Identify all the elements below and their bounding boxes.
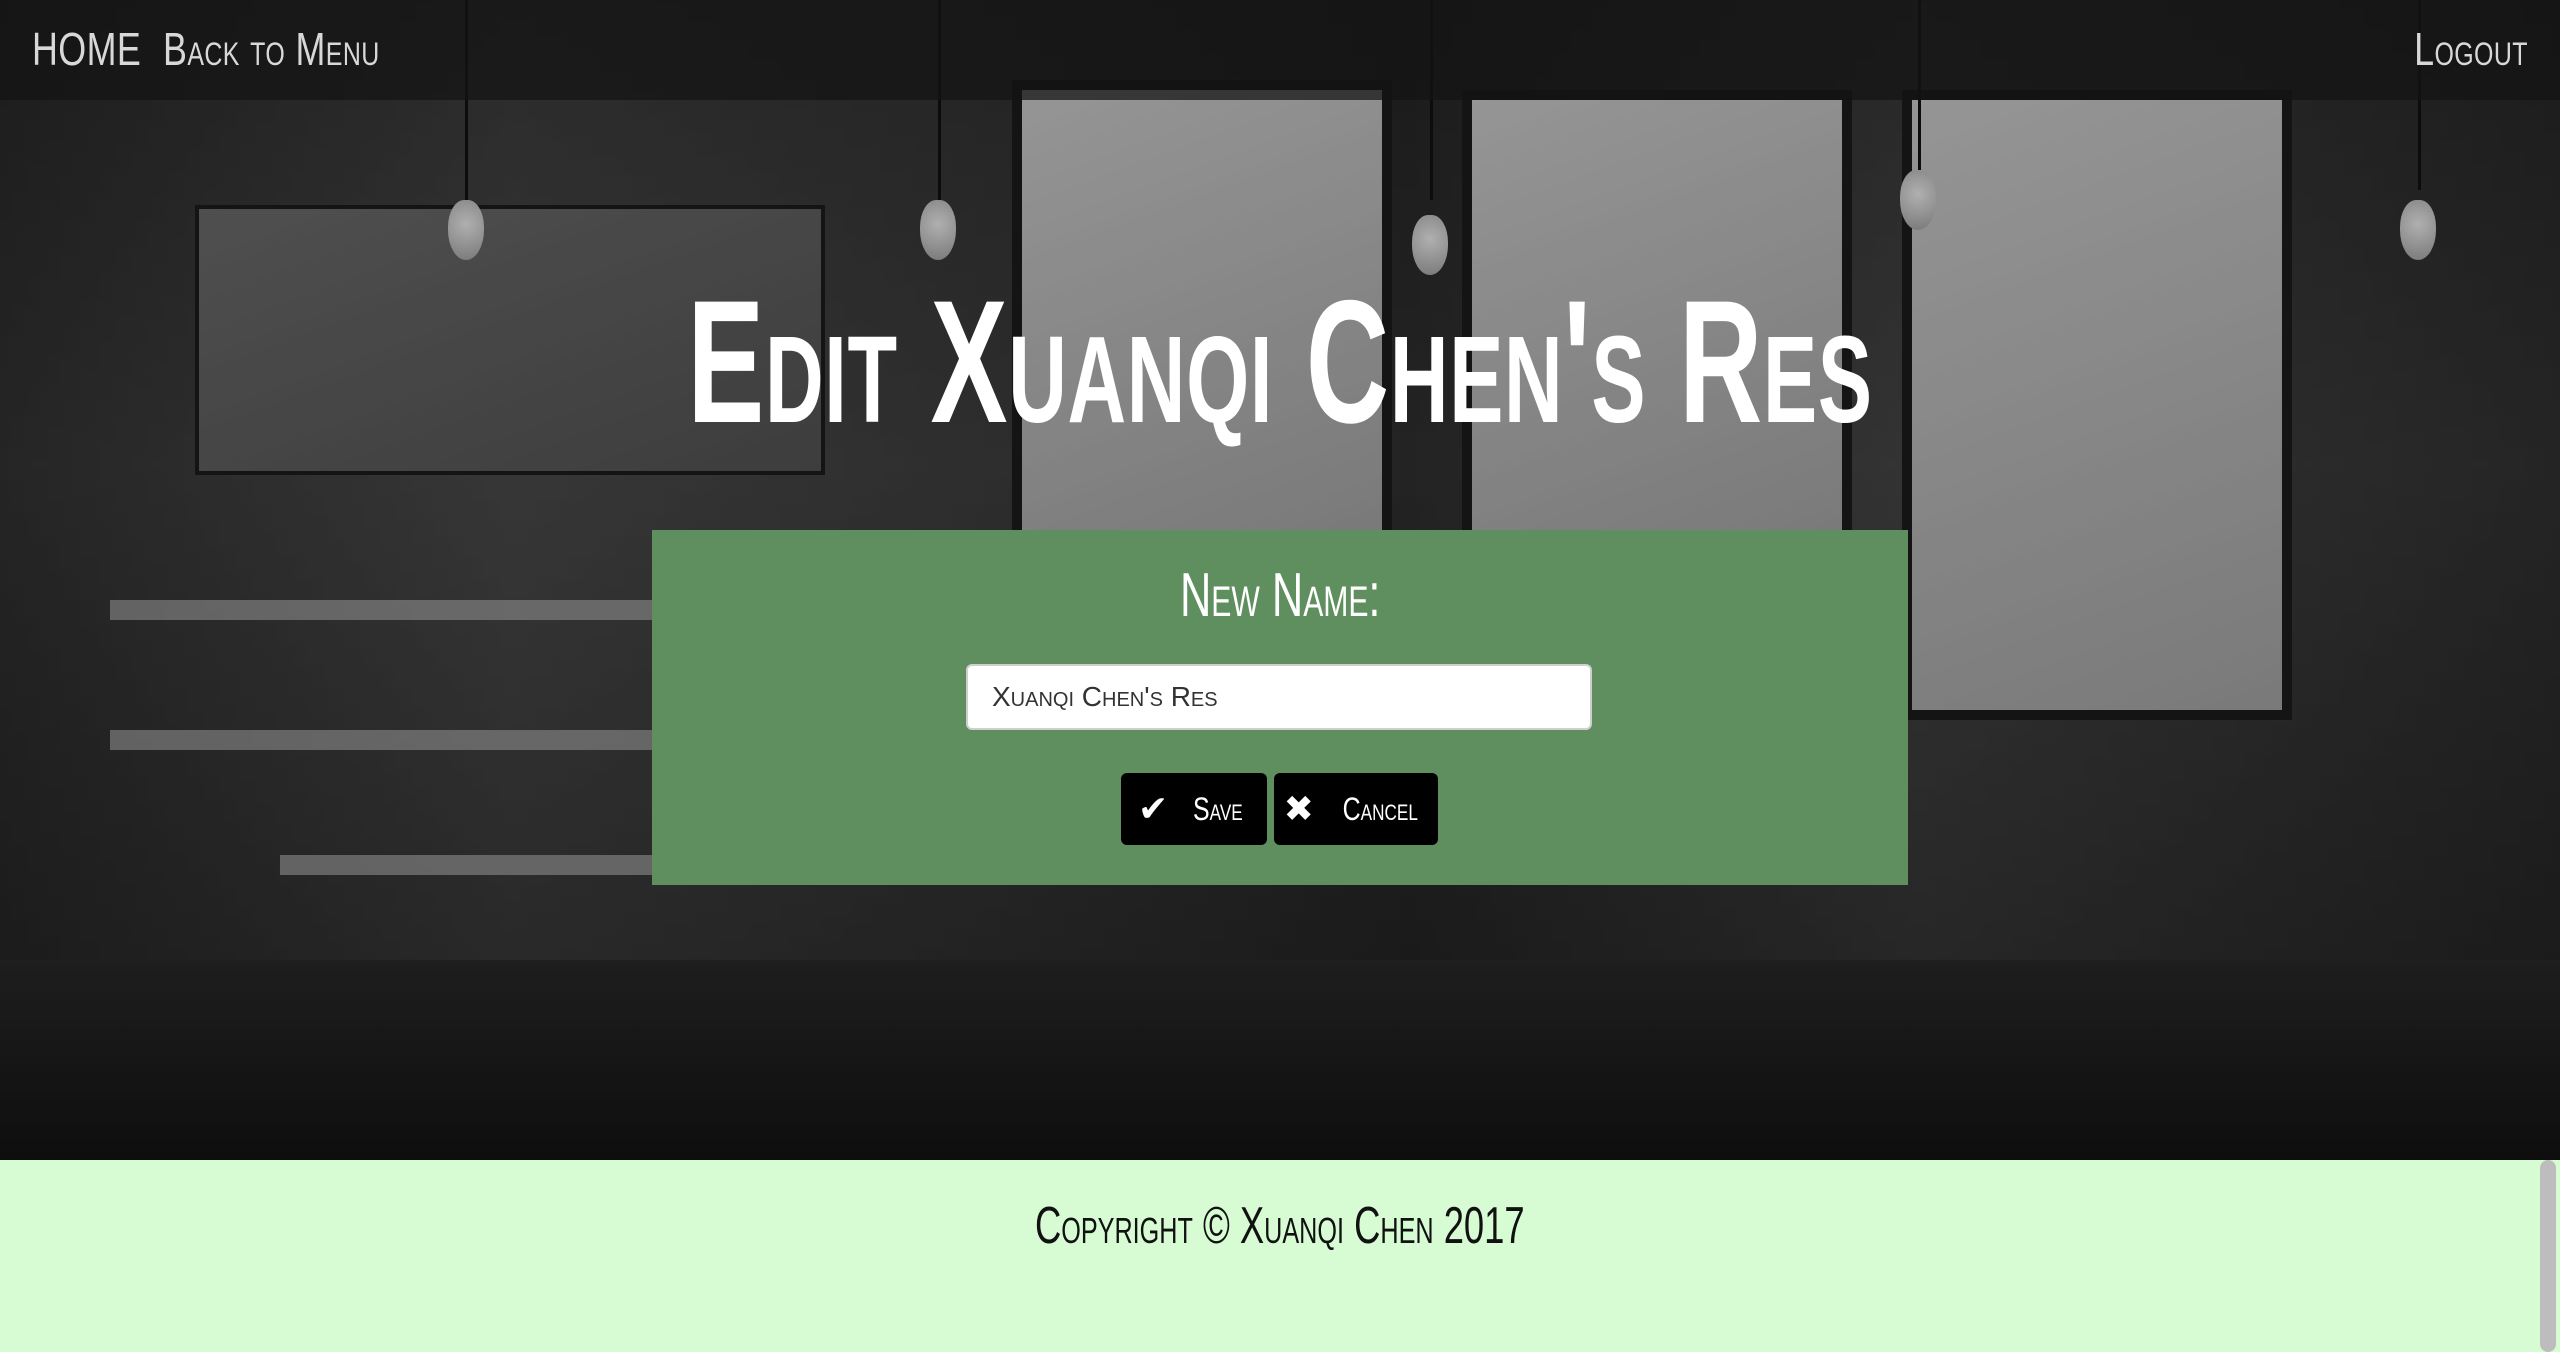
- footer-copyright: Copyright © Xuanqi Chen 2017: [0, 1196, 2560, 1256]
- nav-home-link[interactable]: HOME: [32, 22, 141, 76]
- cancel-button[interactable]: ✖ Cancel: [1274, 773, 1438, 845]
- nav-back-to-menu-link[interactable]: Back to Menu: [163, 22, 380, 76]
- footer: Copyright © Xuanqi Chen 2017: [0, 1160, 2560, 1352]
- top-navbar: HOME Back to Menu Logout: [0, 0, 2560, 100]
- footer-copyright-text: Copyright © Xuanqi Chen 2017: [1035, 1197, 1525, 1255]
- restaurant-name-input[interactable]: [966, 664, 1592, 730]
- cancel-button-label: Cancel: [1342, 790, 1418, 827]
- page-title: Edit Xuanqi Chen's Res: [0, 275, 2560, 450]
- save-button-label: Save: [1193, 790, 1243, 827]
- save-button[interactable]: ✔ Save: [1121, 773, 1267, 845]
- new-name-label: New Name:: [652, 560, 1908, 631]
- check-icon: ✔: [1138, 788, 1169, 829]
- page-scrollbar[interactable]: [2540, 1160, 2556, 1352]
- new-name-label-text: New Name:: [1179, 561, 1381, 630]
- edit-form-panel: New Name: ✔ Save ✖ Cancel: [652, 530, 1908, 885]
- page-title-text: Edit Xuanqi Chen's Res: [687, 265, 1873, 460]
- close-icon: ✖: [1283, 788, 1314, 829]
- nav-logout-link[interactable]: Logout: [2414, 22, 2528, 76]
